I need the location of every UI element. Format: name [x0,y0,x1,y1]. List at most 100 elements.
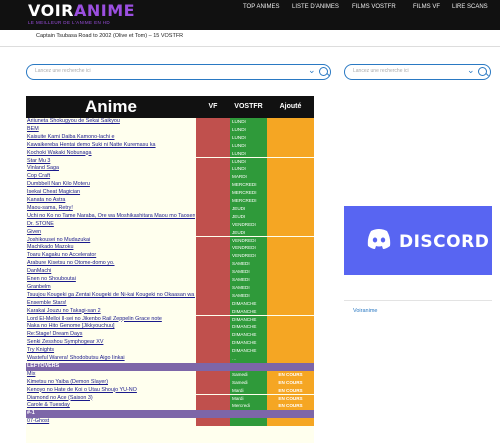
vostfr-day-cell: VENDREDI [230,236,267,245]
ajoute-status-cell [267,228,314,237]
vostfr-day-cell: MERCREDI [230,197,267,205]
vf-cell [196,276,230,284]
table-row: Vinland Saga LUNDI [26,165,314,174]
table-row: Diamond no Ace (Saison 3) Mardi EN COURS [26,394,314,403]
anime-title-link[interactable]: Kawaikereba Hentai demo Suki ni Natte Ku… [27,142,195,150]
anime-title-link[interactable]: Kochoki Wakaki Nobunaga [27,150,195,158]
vostfr-day-cell: JEUDI [230,204,267,213]
search-placeholder: Lancez une recherche ici [35,68,91,74]
table-row: Joshikousei no Mudazukai VENDREDI [26,236,314,245]
ajoute-status-cell [267,347,314,355]
header-ajoute: Ajouté [279,103,302,110]
table-row: Isekai Cheat Magician MERCREDI [26,189,314,197]
vostfr-day-cell [230,418,267,427]
vf-cell [196,149,230,158]
main-search-input[interactable]: Lancez une recherche ici ⌄ [26,64,331,80]
nav-films-vostfr[interactable]: FILMS VOSTFR [352,4,396,10]
anime-title-link[interactable]: Naka no Hito Genome [Jikkyouchuu] [27,323,195,331]
vostfr-day-cell [230,362,267,371]
ajoute-status-cell: EN COURS [267,370,314,379]
vf-cell [196,410,230,419]
anime-title-link[interactable]: Try Knights [27,347,195,355]
anime-title-link[interactable]: Isekai Cheat Magician [27,189,195,197]
table-row: Ariiuneta Shokugyou de Sekai Saikyou LUND… [26,118,314,126]
anime-title-link[interactable]: Kimetsu no Yaiba (Demon Slayer) [27,379,195,387]
anime-title-link[interactable]: Given [27,229,195,237]
table-row: Enen no Shouboutai SAMEDI [26,276,314,284]
anime-title-link[interactable]: Carole & Tuesday [27,402,195,410]
table-row: Arabure Kisetsu no Otome-domo yo. SAMEDI [26,260,314,269]
anime-title-link[interactable]: Dr. STONE [27,221,195,229]
ticker-text[interactable]: Captain Tsubasa Road to 2002 (Olive et T… [36,33,183,39]
ajoute-status-cell [267,276,314,284]
anime-title-link[interactable]: Wasteful Warera! Shodobutsu Aigo Iinkai [27,355,195,363]
vf-cell [196,418,230,427]
sidebar-search-input[interactable]: Lancez une recherche ici ⌄ [344,64,491,80]
nav-top-animes[interactable]: TOP ANIMES [243,4,279,10]
anime-title-link[interactable]: Machikado Mazoku [27,244,195,252]
vf-cell [196,125,230,134]
vostfr-day-cell: VENDREDI [230,252,267,261]
anime-title-link[interactable]: Toaru Kagaku no Accelerator [27,252,195,260]
logo-main-text: VOIR [28,1,74,20]
anime-title-link[interactable]: Diamond no Ace (Saison 3) [27,395,195,403]
table-row: Carole & Tuesday Mercredi EN COURS [26,402,314,411]
anime-title-link[interactable]: Vinland Saga [27,165,195,173]
chevron-down-icon[interactable]: ⌄ [467,65,475,76]
search-icon[interactable] [319,67,328,76]
anime-title-link[interactable]: Senki Zesshou Symphogear XV [27,339,195,347]
nav-lire-scans[interactable]: LIRE SCANS [452,4,488,10]
search-icon[interactable] [478,67,487,76]
ajoute-status-cell [267,125,314,134]
anime-title-link[interactable]: Joshikousei no Mudazukai [27,237,195,245]
ajoute-status-cell [267,283,314,292]
vf-cell [196,220,230,229]
anime-title-link[interactable]: Ariiuneta Shokugyou de Sekai Saikyou [27,118,195,126]
vf-cell [196,394,230,403]
discord-banner[interactable]: DISCORD [344,206,492,275]
site-logo[interactable]: VOIRANIME LE MEILLEUR DE L'ANIME EN HD [28,1,135,26]
anime-title-link[interactable]: Maou-sama, Retry! [27,205,195,213]
anime-title-link[interactable]: Re:Stage! Dream Days [27,331,195,339]
anime-title-link[interactable]: Enen no Shouboutai [27,276,195,284]
ajoute-status-cell [267,157,314,166]
anime-title-link[interactable]: Tsuujou Kougeki ga Zentai Kougeki de Ni-… [27,292,195,300]
vostfr-day-cell: DIMANCHE [230,299,267,308]
header-vf: VF [208,103,218,110]
table-row: Dumbbell Nan Kilo Moteru MERCREDI [26,181,314,190]
table-row: Kanata no Astra MERCREDI [26,197,314,205]
table-row: Toaru Kagaku no Accelerator VENDREDI [26,252,314,261]
anime-title-link[interactable]: Mix [27,371,195,379]
ajoute-status-cell [267,291,314,300]
table-section-row: #-1 [26,410,314,419]
ajoute-status-cell [267,212,314,221]
anime-title-link[interactable]: Cop Craft [27,173,195,181]
vostfr-day-cell: Mardi [230,394,267,403]
ajoute-status-cell: EN COURS [267,378,314,387]
anime-title-link[interactable]: DanMachi [27,268,195,276]
anime-title-link[interactable]: Uchi no Ko no Tame Naraba, Ore wa Moshik… [27,213,195,221]
vostfr-day-cell: SAMEDI [230,260,267,269]
vostfr-day-cell: SAMEDI [230,268,267,276]
vostfr-day-cell: JEUDI [230,228,267,237]
chevron-down-icon[interactable]: ⌄ [308,65,316,76]
anime-title-link[interactable]: 07-Ghost [27,418,195,426]
anime-title-link[interactable]: Star Mu 3 [27,158,195,166]
ajoute-status-cell [267,410,314,419]
voiranime-link[interactable]: Voiranime [353,308,377,314]
anime-title-link[interactable]: Arabure Kisetsu no Otome-domo yo. [27,260,195,268]
vostfr-day-cell: LUNDI [230,125,267,134]
anime-title-link[interactable]: Ensemble Stars! [27,300,195,308]
anime-title-link[interactable]: Kanata no Astra [27,197,195,205]
discord-label: DISCORD [399,232,490,252]
vf-cell [196,307,230,316]
nav-films-vf[interactable]: FILMS VF [413,4,440,10]
anime-title-link[interactable]: Kaisuite Kami Daiba Kamono-lachi e [27,134,195,142]
anime-title-link[interactable]: Karakai Jouzu no Takagi-san 2 [27,308,195,316]
anime-title-link[interactable]: Kenoyo no Hate de Koi o Utau Shoujo YU-N… [27,387,195,395]
anime-title-link[interactable]: Granbelm [27,284,195,292]
nav-liste-animes[interactable]: LISTE D'ANIMES [292,4,339,10]
anime-title-link[interactable]: BEM [27,126,195,134]
anime-title-link[interactable]: Lord El-Melloi II-sei no Jikenbo Rail Ze… [27,316,195,324]
anime-title-link[interactable]: Dumbbell Nan Kilo Moteru [27,181,195,189]
